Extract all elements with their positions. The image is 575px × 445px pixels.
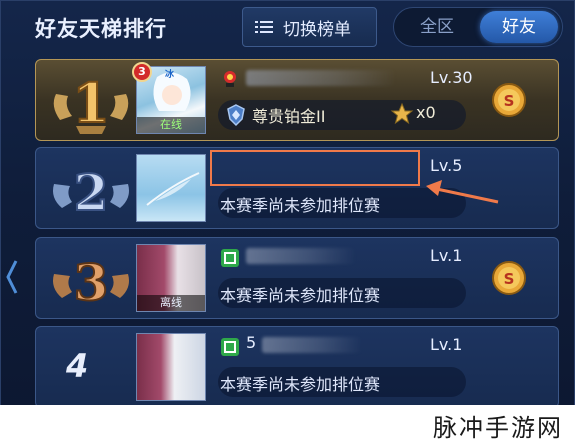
coin-gift-button-icon[interactable]: S <box>491 82 527 118</box>
avatar[interactable] <box>136 333 206 401</box>
season-status-text: 本赛季尚未参加排位赛 <box>220 286 381 305</box>
leaderboard-row-1[interactable]: 1 冰 在线 3 Lv.30 尊贵铂金II x0 S <box>35 59 559 141</box>
svg-text:1: 1 <box>72 71 110 135</box>
page-title: 好友天梯排行 <box>35 17 167 41</box>
rank-2-medal-icon: 2 <box>53 162 129 223</box>
wechat-game-icon <box>221 338 239 356</box>
svg-text:S: S <box>504 92 515 110</box>
mascot-icon <box>224 71 236 87</box>
list-icon <box>255 20 273 34</box>
watermark-bar: 脉冲手游网 <box>0 405 575 445</box>
highlighted-name-box <box>210 150 420 186</box>
season-status-text: 本赛季尚未参加排位赛 <box>220 196 381 215</box>
tab-all-region[interactable]: 全区 <box>398 11 476 43</box>
player-level: Lv.1 <box>430 246 463 265</box>
rank-tier-label: 尊贵铂金II <box>252 107 326 126</box>
online-status-label: 在线 <box>137 117 205 133</box>
player-level: Lv.30 <box>430 68 473 87</box>
platinum-tier-icon <box>227 104 245 127</box>
header: 好友天梯排行 切换榜单 全区 好友 <box>1 1 575 53</box>
player-name-prefix: 5 <box>246 333 257 352</box>
avatar[interactable]: 离线 <box>136 244 206 312</box>
chevron-left-icon[interactable] <box>5 257 19 297</box>
arrow-annotation-icon <box>426 180 499 204</box>
leaderboard-row-2[interactable]: 2 Lv.5 本赛季尚未参加排位赛 <box>35 147 559 229</box>
svg-text:2: 2 <box>74 163 109 222</box>
player-name-blurred <box>246 248 356 264</box>
rank-number: 4 <box>66 347 89 385</box>
player-level: Lv.5 <box>430 156 463 175</box>
wechat-game-icon <box>221 249 239 267</box>
app-frame: 好友天梯排行 切换榜单 全区 好友 1 冰 在线 3 Lv.30 尊贵铂金II … <box>0 0 575 445</box>
offline-status-label: 离线 <box>137 295 205 311</box>
player-level: Lv.1 <box>430 335 463 354</box>
player-name-blurred <box>262 337 362 353</box>
player-level-badge: 3 <box>132 62 152 82</box>
leaderboard-row-4[interactable]: 4 5 Lv.1 本赛季尚未参加排位赛 <box>35 326 559 408</box>
star-count: x0 <box>416 103 436 122</box>
svg-text:S: S <box>504 270 515 288</box>
coin-gift-button-icon[interactable]: S <box>491 260 527 296</box>
star-icon <box>390 102 414 125</box>
svg-text:冰: 冰 <box>165 68 175 80</box>
leaderboard-row-3[interactable]: 3 离线 Lv.1 本赛季尚未参加排位赛 S <box>35 237 559 319</box>
tab-friends[interactable]: 好友 <box>480 11 558 43</box>
avatar[interactable] <box>136 154 206 222</box>
rank-3-medal-icon: 3 <box>53 252 129 313</box>
player-name-blurred <box>246 70 396 86</box>
svg-text:3: 3 <box>74 253 109 312</box>
avatar-feather-image <box>146 172 200 206</box>
switch-leaderboard-label: 切换榜单 <box>283 19 351 40</box>
season-status-text: 本赛季尚未参加排位赛 <box>220 375 381 394</box>
switch-leaderboard-button[interactable]: 切换榜单 <box>242 7 377 47</box>
watermark-text: 脉冲手游网 <box>433 414 563 442</box>
rank-1-medal-icon: 1 <box>53 70 129 136</box>
scope-segmented-control: 全区 好友 <box>393 7 563 47</box>
